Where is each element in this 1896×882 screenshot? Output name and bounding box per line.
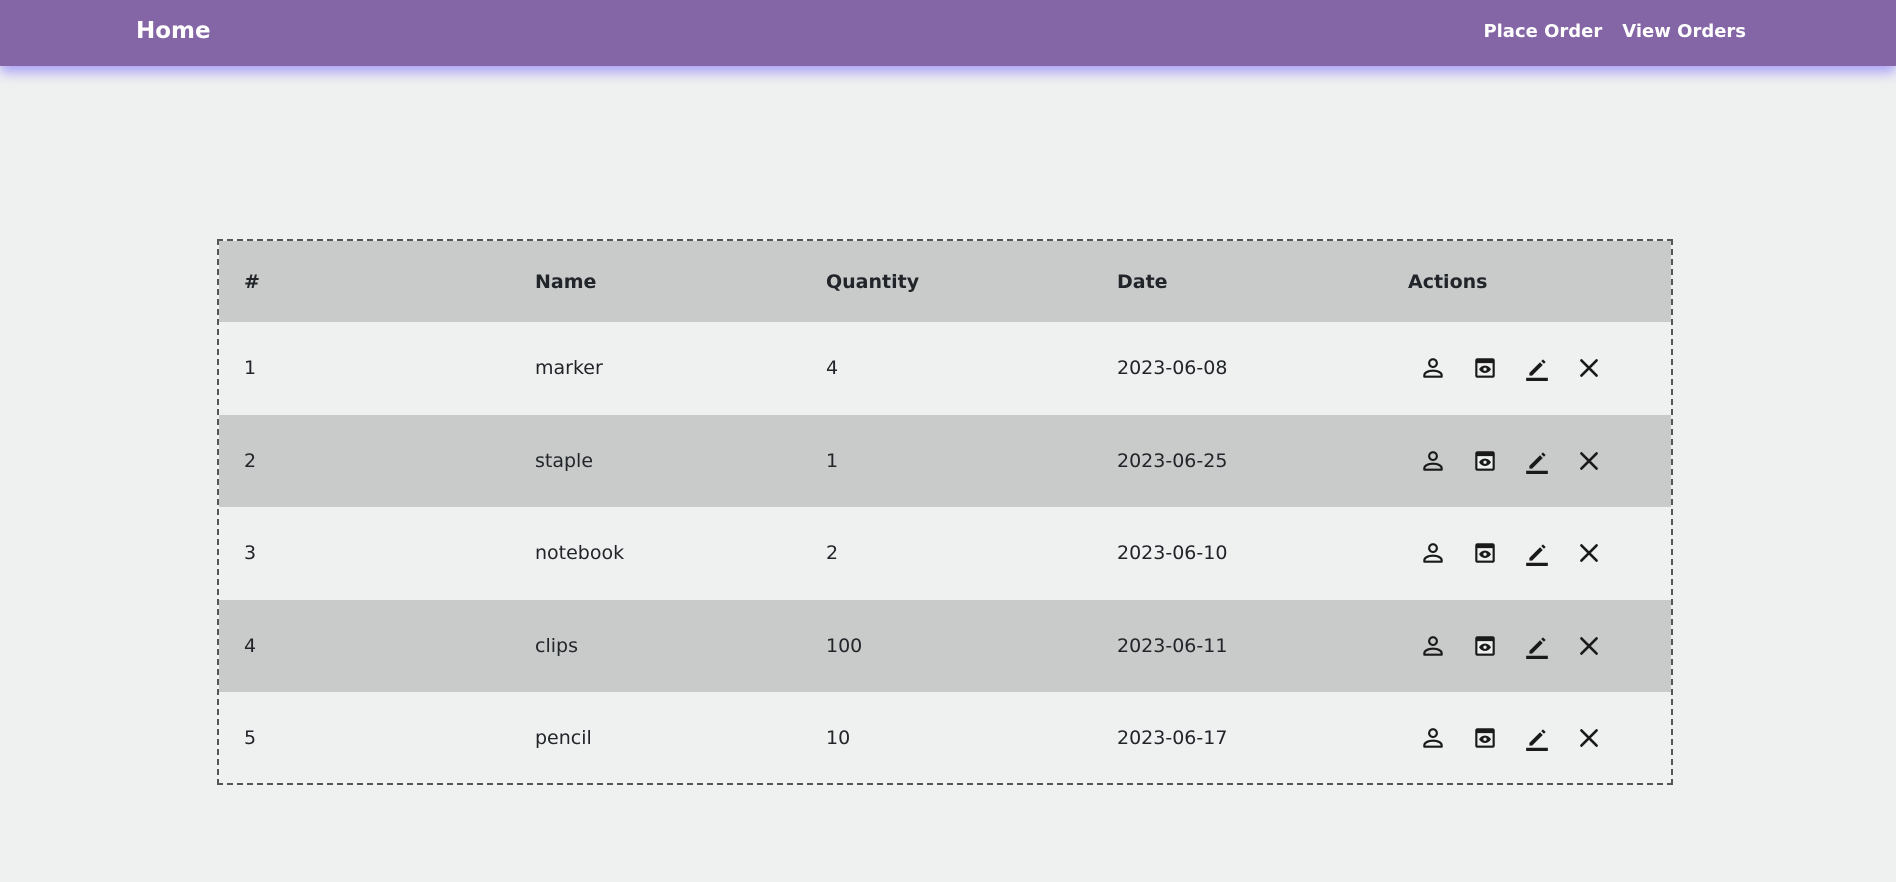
cell-date: 2023-06-11 [1117, 634, 1228, 657]
cell-actions [1383, 600, 1671, 693]
person-icon[interactable] [1420, 540, 1446, 566]
close-icon[interactable] [1576, 633, 1602, 659]
table-row: 2 staple 1 2023-06-25 [219, 414, 1671, 508]
header-date: Date [1117, 270, 1168, 293]
cell-quantity: 4 [826, 357, 839, 380]
cell-name: pencil [535, 727, 592, 750]
view-icon[interactable] [1472, 540, 1498, 566]
table-row: 4 clips 100 2023-06-11 [219, 599, 1671, 693]
view-icon[interactable] [1472, 633, 1498, 659]
cell-number: 4 [244, 634, 257, 657]
nav-links: Place Order View Orders [1483, 0, 1746, 62]
edit-icon[interactable] [1524, 633, 1550, 659]
person-icon[interactable] [1420, 633, 1446, 659]
cell-number: 1 [244, 357, 257, 380]
cell-actions [1383, 507, 1671, 600]
row-actions [1408, 540, 1671, 567]
cell-actions [1383, 322, 1671, 415]
cell-quantity: 2 [826, 542, 839, 565]
cell-number: 3 [244, 542, 257, 565]
header-quantity: Quantity [826, 270, 920, 293]
person-icon[interactable] [1420, 725, 1446, 751]
cell-date: 2023-06-17 [1117, 727, 1228, 750]
cell-name: marker [535, 357, 603, 380]
cell-actions [1383, 692, 1671, 783]
edit-icon[interactable] [1524, 355, 1550, 382]
row-actions [1408, 448, 1671, 474]
table-row: 5 pencil 10 2023-06-17 [219, 692, 1671, 783]
row-actions [1408, 725, 1671, 752]
table-row: 1 marker 4 2023-06-08 [219, 322, 1671, 415]
cell-number: 2 [244, 449, 257, 472]
navbar: Home Place Order View Orders [0, 0, 1896, 66]
cell-name: notebook [535, 542, 625, 565]
place-order-link[interactable]: Place Order [1483, 21, 1602, 42]
row-actions [1408, 355, 1671, 382]
cell-quantity: 10 [826, 727, 851, 750]
header-name: Name [535, 270, 597, 293]
cell-actions [1383, 415, 1671, 508]
view-icon[interactable] [1472, 355, 1498, 381]
edit-icon[interactable] [1524, 448, 1550, 474]
close-icon[interactable] [1576, 540, 1602, 566]
row-actions [1408, 633, 1671, 659]
header-number: # [244, 270, 260, 293]
cell-name: staple [535, 449, 594, 472]
close-icon[interactable] [1576, 355, 1602, 381]
cell-date: 2023-06-10 [1117, 542, 1228, 565]
header-actions: Actions [1408, 270, 1488, 293]
table-row: 3 notebook 2 2023-06-10 [219, 507, 1671, 600]
cell-quantity: 100 [826, 634, 863, 657]
home-link[interactable]: Home [136, 0, 211, 62]
person-icon[interactable] [1420, 355, 1446, 381]
close-icon[interactable] [1576, 725, 1602, 751]
orders-table-container: # Name Quantity Date Actions 1 marker 4 … [217, 239, 1673, 785]
edit-icon[interactable] [1524, 540, 1550, 567]
view-orders-link[interactable]: View Orders [1622, 21, 1746, 42]
table-header-row: # Name Quantity Date Actions [219, 241, 1671, 322]
cell-quantity: 1 [826, 449, 839, 472]
cell-number: 5 [244, 727, 257, 750]
orders-table: # Name Quantity Date Actions 1 marker 4 … [219, 241, 1671, 783]
cell-date: 2023-06-08 [1117, 357, 1228, 380]
person-icon[interactable] [1420, 448, 1446, 474]
view-icon[interactable] [1472, 725, 1498, 751]
close-icon[interactable] [1576, 448, 1602, 474]
cell-name: clips [535, 634, 578, 657]
cell-date: 2023-06-25 [1117, 449, 1228, 472]
view-icon[interactable] [1472, 448, 1498, 474]
edit-icon[interactable] [1524, 725, 1550, 752]
